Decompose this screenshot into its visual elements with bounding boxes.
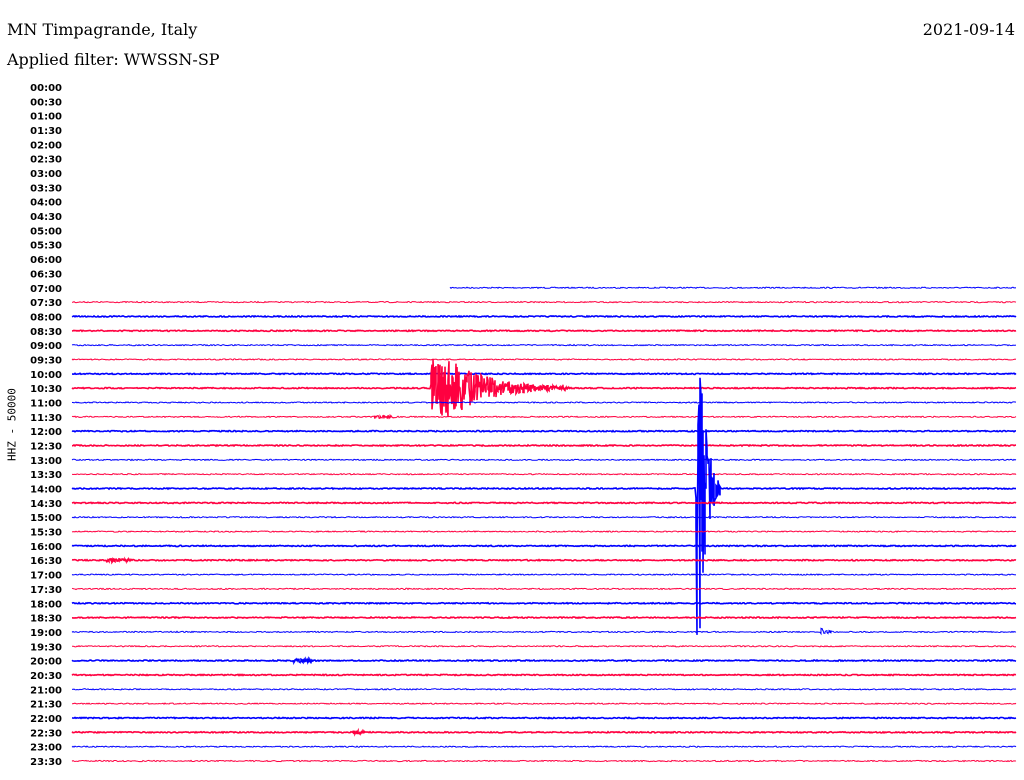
row-time-label: 17:00 [30, 571, 62, 582]
row-time-label: 17:30 [30, 585, 62, 596]
row-time-label: 05:30 [30, 241, 62, 252]
trace-1430 [71, 501, 1017, 505]
trace-1030 [71, 359, 1017, 417]
row-time-label: 18:30 [30, 614, 62, 625]
row-time-label: 02:00 [30, 140, 62, 151]
trace-1630 [71, 556, 1017, 565]
trace-1530 [71, 530, 1017, 533]
trace-1730 [71, 587, 1017, 591]
row-time-label: 11:30 [30, 413, 62, 424]
row-time-label: 21:30 [30, 700, 62, 711]
row-time-label: 13:30 [30, 470, 62, 481]
row-time-label: 19:00 [30, 628, 62, 639]
row-time-label: 22:30 [30, 728, 62, 739]
trace-0700 [449, 286, 1017, 290]
trace-1300 [71, 458, 1017, 462]
trace-2030 [71, 673, 1017, 677]
row-time-label: 16:00 [30, 542, 62, 553]
row-time-label: 12:00 [30, 427, 62, 438]
row-time-label: 14:00 [30, 485, 62, 496]
trace-1900 [71, 627, 1017, 636]
row-time-label: 09:00 [30, 341, 62, 352]
trace-0930 [71, 358, 1017, 361]
row-time-label: 03:30 [30, 183, 62, 194]
row-time-label: 23:30 [30, 757, 62, 768]
row-time-label: 07:30 [30, 298, 62, 309]
row-time-label: 01:00 [30, 112, 62, 123]
row-time-label: 10:30 [30, 384, 62, 395]
trace-1500 [71, 515, 1017, 519]
trace-1700 [71, 573, 1017, 576]
trace-1930 [72, 645, 1017, 648]
row-time-label: 21:00 [30, 685, 62, 696]
row-time-label: 05:00 [30, 226, 62, 237]
trace-0800 [71, 314, 1017, 319]
row-time-label: 15:00 [30, 513, 62, 524]
row-time-label: 04:30 [30, 212, 62, 223]
row-time-label: 00:30 [30, 97, 62, 108]
trace-1830 [71, 615, 1017, 620]
trace-0830 [71, 329, 1017, 333]
row-time-label: 13:00 [30, 456, 62, 467]
trace-2230 [71, 727, 1017, 737]
trace-1330 [72, 472, 1017, 476]
trace-0730 [72, 300, 1017, 304]
row-time-label: 10:00 [30, 370, 62, 381]
trace-2100 [71, 687, 1017, 691]
row-time-label: 15:30 [30, 528, 62, 539]
trace-2130 [71, 702, 1017, 705]
trace-0900 [71, 343, 1017, 347]
row-time-label: 06:30 [30, 269, 62, 280]
trace-1600 [71, 544, 1017, 548]
row-time-label: 23:00 [30, 743, 62, 754]
trace-1800 [71, 601, 1017, 605]
row-time-label: 06:00 [30, 255, 62, 266]
trace-2000 [71, 656, 1017, 666]
trace-1230 [72, 443, 1017, 448]
row-time-label: 08:00 [30, 312, 62, 323]
trace-2200 [71, 716, 1017, 720]
row-time-label: 09:30 [30, 355, 62, 366]
row-time-label: 19:30 [30, 642, 62, 653]
row-time-label: 16:30 [30, 556, 62, 567]
trace-1200 [71, 429, 1016, 433]
trace-1130 [71, 413, 1017, 420]
row-time-label: 07:00 [30, 284, 62, 295]
row-time-label: 12:30 [30, 442, 62, 453]
trace-1000 [72, 372, 1017, 376]
row-time-label: 00:00 [30, 83, 62, 94]
row-time-label: 14:30 [30, 499, 62, 510]
row-time-label: 02:30 [30, 155, 62, 166]
row-time-label: 08:30 [30, 327, 62, 338]
trace-1100 [71, 401, 1017, 404]
row-time-label: 18:00 [30, 599, 62, 610]
row-time-label: 01:30 [30, 126, 62, 137]
row-time-label: 22:00 [30, 714, 62, 725]
row-time-label: 20:00 [30, 657, 62, 668]
helicorder-plot: 00:00 00:30 01:00 01:30 02:00 02:30 03:00 03:30… [30, 83, 1017, 768]
row-time-label: 03:00 [30, 169, 62, 180]
row-time-label: 04:00 [30, 198, 62, 209]
row-time-label: 11:00 [30, 398, 62, 409]
trace-2330 [71, 759, 1017, 763]
trace-2300 [71, 745, 1017, 748]
row-time-label: 20:30 [30, 671, 62, 682]
